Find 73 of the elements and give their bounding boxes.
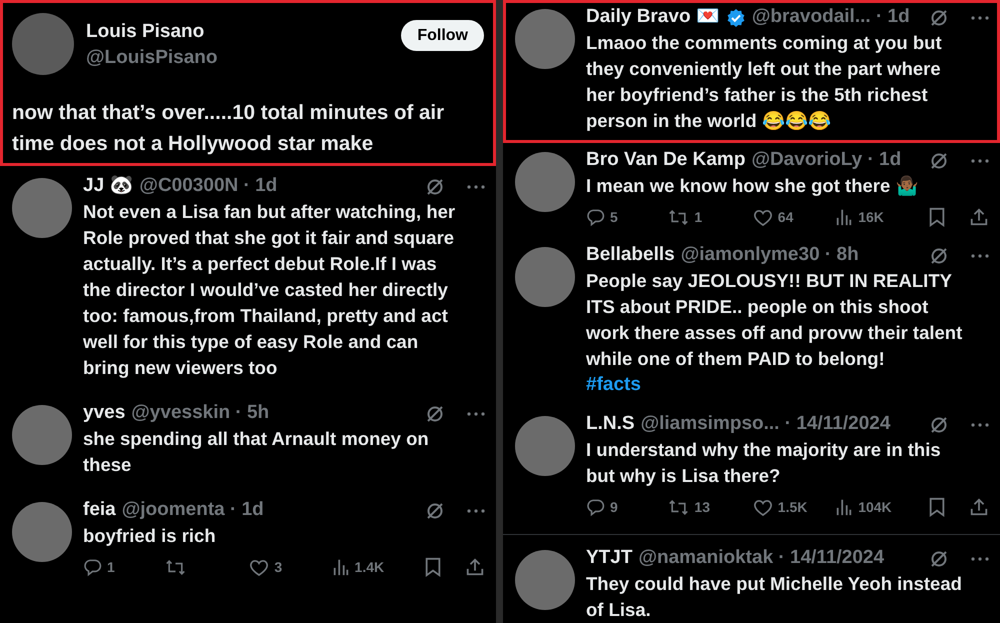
user-name[interactable]: feia	[83, 496, 116, 525]
handle-and-time[interactable]: @joomenta · 1d	[122, 496, 264, 525]
handle-and-time[interactable]: @namanioktak · 14/11/2024	[638, 544, 884, 573]
action-count: 1.4K	[354, 558, 384, 576]
user-name[interactable]: Bellabells	[586, 241, 675, 270]
grok-icon[interactable]	[929, 246, 949, 266]
action-count: 1	[694, 208, 702, 226]
handle-and-time[interactable]: @liamsimpso... · 14/11/2024	[640, 410, 890, 439]
handle-and-time[interactable]: @C00300N · 1d	[139, 172, 278, 201]
reply-text: They could have put Michelle Yeoh instead of Lisa.	[586, 572, 963, 622]
handle-and-time[interactable]: @yvesskin · 5h	[131, 399, 270, 428]
grok-icon[interactable]	[425, 404, 445, 424]
more-icon[interactable]	[971, 422, 989, 426]
grok-icon[interactable]	[929, 548, 949, 568]
hashtag-link[interactable]: #facts	[586, 372, 641, 398]
user-name[interactable]: YTJT	[586, 544, 632, 573]
bar-chart-icon[interactable]	[332, 558, 350, 576]
handle-and-time[interactable]: @DavorioLy · 1d	[751, 146, 902, 175]
reply-text: boyfried is rich	[83, 524, 217, 548]
more-icon[interactable]	[971, 556, 989, 560]
reply-text: People say JEOLOUSY!! BUT IN REALITY ITS about PRIDE.. people on this shoot work there asses off and provw their talent while one of them PAID to belong!	[586, 269, 964, 371]
reply-text: Lmaoo the comments coming at you but they conveniently left out the part where her boyfriend’s father is the 5th richest person in the world 😂😂😂	[586, 31, 943, 133]
bookmark-icon[interactable]	[928, 497, 946, 517]
action-count: 3	[274, 558, 282, 576]
reply-text: I understand why the majority are in this but why is Lisa there?	[586, 438, 942, 488]
reply-icon[interactable]	[83, 558, 102, 576]
bookmark-icon[interactable]	[424, 557, 442, 577]
share-icon[interactable]	[969, 497, 989, 517]
heart-icon[interactable]	[752, 498, 773, 516]
grok-icon[interactable]	[929, 414, 949, 434]
bookmark-icon[interactable]	[928, 207, 946, 227]
user-name[interactable]: Daily Bravo 💌	[586, 3, 720, 32]
grok-icon[interactable]	[425, 176, 445, 196]
reply-text: Not even a Lisa fan but after watching, her Role proved that she got it fair and square actually. It’s a perfect debut Role.If I was the director I would’ve casted her directly too: famous,from Thailand, pretty and act well for this type of easy Role and can bring new viewers too	[83, 200, 456, 380]
more-icon[interactable]	[467, 184, 485, 188]
bar-chart-icon[interactable]	[835, 208, 854, 226]
handle-and-time[interactable]: @bravodail... · 1d	[752, 3, 910, 32]
user-name[interactable]: yves	[83, 399, 126, 428]
grok-icon[interactable]	[929, 150, 949, 170]
repost-icon[interactable]	[668, 208, 690, 226]
heart-icon[interactable]	[249, 558, 270, 576]
user-name[interactable]: Bro Van De Kamp	[586, 146, 746, 175]
share-icon[interactable]	[969, 207, 989, 227]
grok-icon[interactable]	[929, 8, 949, 28]
more-icon[interactable]	[467, 412, 485, 416]
action-count: 16K	[858, 208, 884, 226]
action-count: 64	[778, 208, 794, 226]
action-count: 9	[610, 498, 618, 516]
action-count: 104K	[858, 498, 892, 516]
more-icon[interactable]	[971, 158, 989, 162]
action-count: 1.5K	[778, 498, 808, 516]
action-count: 5	[610, 208, 618, 226]
grok-icon[interactable]	[425, 500, 445, 520]
bar-chart-icon[interactable]	[835, 498, 854, 516]
repost-icon[interactable]	[668, 498, 690, 516]
more-icon[interactable]	[971, 254, 989, 258]
post-text: now that that’s over.....10 total minutes of air time does not a Hollywood star make	[12, 100, 446, 157]
user-name[interactable]: Louis Pisano	[86, 19, 390, 45]
reply-text: I mean we know how she got there 🤷🏾‍♂	[586, 174, 920, 198]
action-count: 1	[107, 558, 115, 576]
repost-icon[interactable]	[165, 558, 186, 576]
share-icon[interactable]	[465, 557, 486, 577]
more-icon[interactable]	[467, 508, 485, 512]
handle-and-time[interactable]: @iamonlyme30 · 8h	[680, 241, 859, 270]
user-handle[interactable]: @LouisPisano	[86, 45, 390, 71]
more-icon[interactable]	[971, 16, 989, 20]
reply-icon[interactable]	[586, 208, 605, 226]
action-count: 13	[694, 498, 710, 516]
heart-icon[interactable]	[752, 208, 773, 226]
user-name[interactable]: L.N.S	[586, 410, 635, 439]
reply-icon[interactable]	[586, 498, 605, 516]
follow-button[interactable]: Follow	[401, 20, 484, 51]
reply-text: she spending all that Arnault money on these	[83, 427, 430, 477]
